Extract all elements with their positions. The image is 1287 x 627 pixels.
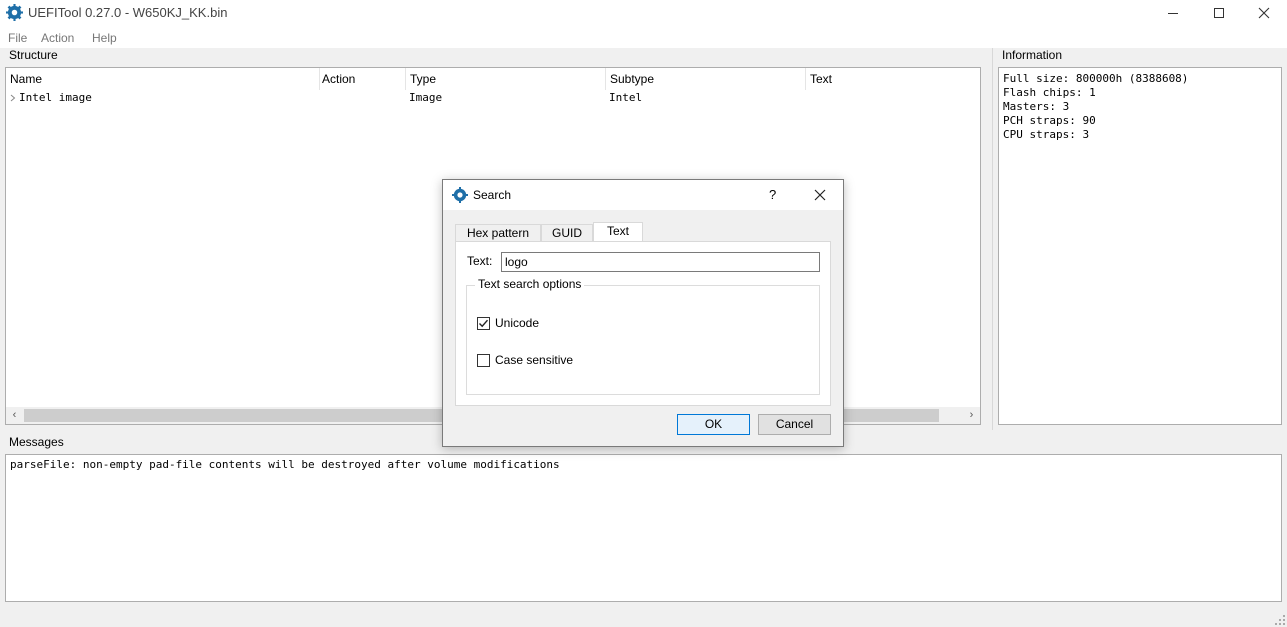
column-header-name[interactable]: Name — [6, 68, 320, 90]
info-line: CPU straps: 3 — [1003, 128, 1090, 141]
status-bar — [0, 606, 1287, 627]
tab-text[interactable]: Text — [593, 222, 643, 243]
minimize-button[interactable] — [1150, 0, 1196, 26]
message-line: parseFile: non-empty pad-file contents w… — [10, 458, 560, 471]
panel-splitter[interactable] — [992, 48, 993, 430]
menu-action[interactable]: Action — [41, 31, 74, 45]
column-header-action[interactable]: Action — [318, 68, 406, 90]
info-line: Full size: 800000h (8388608) — [1003, 72, 1189, 85]
row-subtype: Intel — [609, 91, 643, 104]
menu-help[interactable]: Help — [92, 31, 117, 45]
ok-button[interactable]: OK — [677, 414, 750, 435]
case-sensitive-label[interactable]: Case sensitive — [495, 353, 573, 367]
search-text-input[interactable]: logo — [501, 252, 820, 272]
close-button[interactable] — [1241, 0, 1287, 26]
cancel-button[interactable]: Cancel — [758, 414, 831, 435]
app-gear-icon — [452, 187, 468, 203]
tree-row[interactable]: Intel image Image Intel — [6, 90, 980, 106]
case-sensitive-checkbox[interactable] — [477, 354, 490, 367]
column-header-subtype[interactable]: Subtype — [606, 68, 806, 90]
dialog-title: Search — [473, 188, 512, 202]
tab-page-text: Text: logo Text search options Unicode C… — [455, 241, 831, 406]
row-type: Image — [409, 91, 443, 104]
maximize-button[interactable] — [1196, 0, 1242, 26]
row-name: Intel image — [19, 91, 92, 104]
info-line: Flash chips: 1 — [1003, 86, 1096, 99]
messages-label: Messages — [9, 435, 64, 449]
dialog-close-icon[interactable] — [811, 186, 829, 204]
app-gear-icon — [6, 4, 23, 21]
messages-panel[interactable]: parseFile: non-empty pad-file contents w… — [5, 454, 1282, 602]
unicode-label[interactable]: Unicode — [495, 316, 539, 330]
unicode-checkbox[interactable] — [477, 317, 490, 330]
minimize-icon — [1168, 13, 1178, 14]
information-label: Information — [1002, 48, 1063, 62]
menu-bar: File Action Help — [0, 26, 1287, 48]
checkmark-icon — [479, 319, 489, 328]
column-header-type[interactable]: Type — [406, 68, 606, 90]
info-line: PCH straps: 90 — [1003, 114, 1096, 127]
window-title: UEFITool 0.27.0 - W650KJ_KK.bin — [28, 5, 228, 20]
search-dialog: Search ? Hex pattern GUID Text Text: log… — [442, 179, 844, 447]
options-group-title: Text search options — [475, 277, 585, 291]
maximize-icon — [1214, 8, 1224, 18]
scroll-right-icon[interactable]: › — [963, 407, 980, 424]
chevron-right-icon[interactable] — [9, 92, 17, 104]
structure-label: Structure — [9, 48, 58, 62]
close-icon — [1258, 7, 1270, 19]
text-field-label: Text: — [467, 254, 493, 268]
text-search-options-group: Text search options Unicode Case sensiti… — [466, 277, 820, 395]
scroll-left-icon[interactable]: ‹ — [6, 407, 23, 424]
info-line: Masters: 3 — [1003, 100, 1070, 113]
information-panel: Full size: 800000h (8388608) Flash chips… — [998, 67, 1282, 425]
dialog-title-bar: Search ? — [443, 180, 843, 210]
menu-file[interactable]: File — [8, 31, 27, 45]
title-bar: UEFITool 0.27.0 - W650KJ_KK.bin — [0, 0, 1287, 26]
resize-grip-icon[interactable] — [1275, 615, 1285, 625]
help-button[interactable]: ? — [769, 187, 776, 202]
tree-header: Name Action Type Subtype Text — [6, 68, 980, 90]
column-header-text[interactable]: Text — [806, 68, 980, 90]
